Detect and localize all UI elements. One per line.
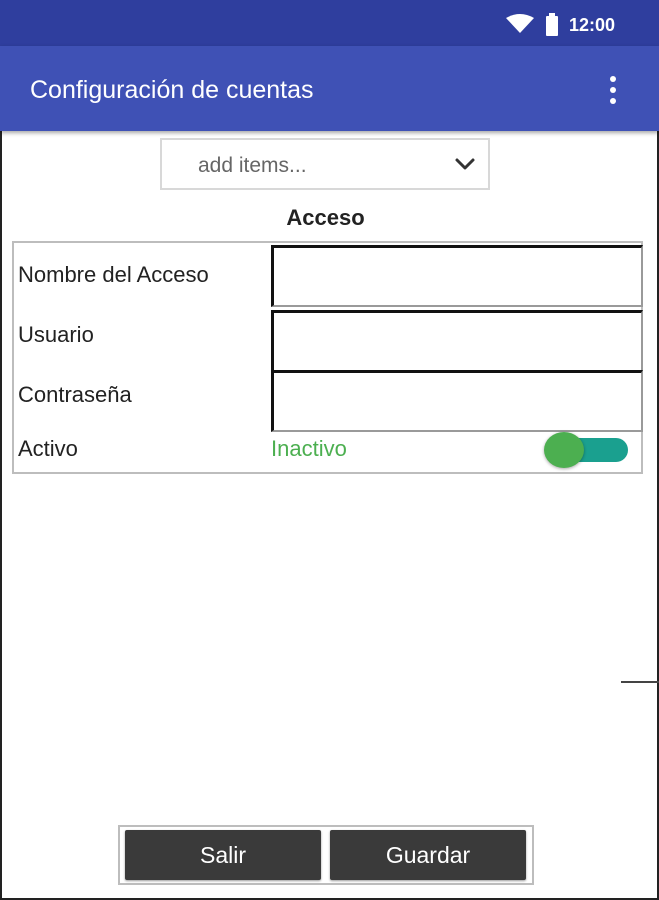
battery-icon [545, 13, 559, 42]
add-items-dropdown[interactable]: add items... [160, 138, 490, 190]
access-form: Nombre del Acceso Usuario Contraseña Act… [12, 241, 643, 474]
password-input[interactable] [271, 370, 643, 432]
exit-button[interactable]: Salir [125, 830, 321, 880]
status-bar: 12:00 [0, 0, 659, 46]
active-state-text: Inactivo [271, 436, 347, 461]
app-bar: Configuración de cuentas [0, 46, 659, 131]
dropdown-placeholder: add items... [198, 154, 307, 177]
more-vert-icon[interactable] [598, 70, 628, 110]
access-name-input[interactable] [271, 245, 643, 307]
divider [621, 681, 659, 683]
user-input[interactable] [271, 310, 643, 372]
wifi-icon [506, 14, 534, 39]
button-bar: Salir Guardar [118, 825, 534, 885]
field-label-password: Contraseña [18, 382, 132, 407]
chevron-down-icon [454, 156, 476, 177]
save-button[interactable]: Guardar [330, 830, 526, 880]
toggle-thumb [544, 432, 584, 468]
field-label-user: Usuario [18, 322, 94, 347]
active-toggle[interactable] [544, 432, 630, 472]
status-time: 12:00 [569, 15, 616, 35]
section-title: Acceso [286, 205, 365, 230]
field-label-active: Activo [18, 436, 78, 461]
app-title: Configuración de cuentas [30, 76, 314, 104]
field-label-access-name: Nombre del Acceso [18, 262, 209, 287]
